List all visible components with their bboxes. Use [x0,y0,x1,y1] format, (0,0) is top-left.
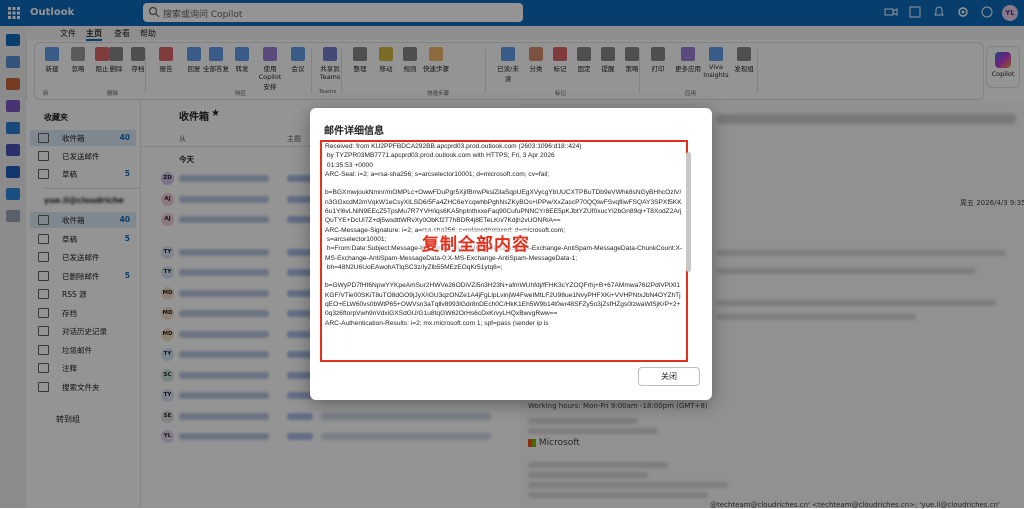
close-button[interactable]: 关闭 [638,367,700,386]
dialog-title: 邮件详细信息 [324,126,384,137]
message-details-dialog: 邮件详细信息 Received: from KU2PPFBDCA292BB.ap… [310,108,712,400]
copy-all-annotation: 复制全部内容 [422,230,530,255]
scrollbar-thumb[interactable] [686,152,691,272]
